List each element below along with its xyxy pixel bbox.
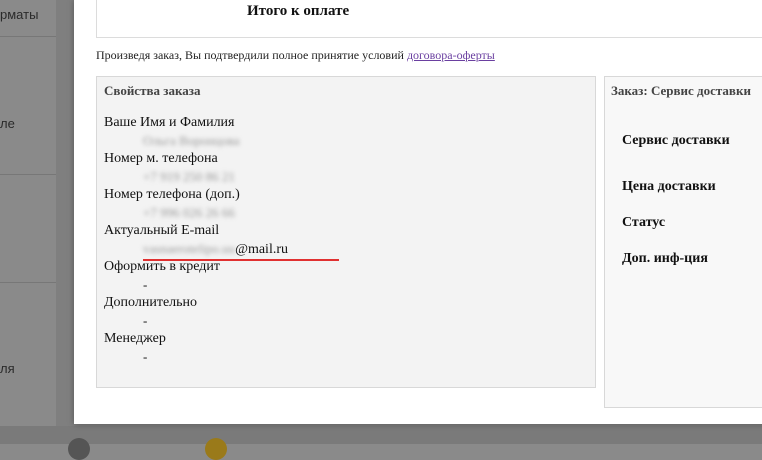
agreement-label: Произведя заказ, Вы подтвердили полное п… bbox=[96, 48, 407, 62]
field-value-credit: - bbox=[143, 277, 148, 292]
delivery-status-label: Статус bbox=[622, 215, 666, 230]
bg-sidebar-item: рматы bbox=[0, 7, 39, 22]
bg-divider bbox=[0, 36, 56, 37]
field-label-manager: Менеджер bbox=[104, 331, 166, 346]
field-label-phone-extra: Номер телефона (доп.) bbox=[104, 187, 240, 202]
field-label-additional: Дополнительно bbox=[104, 295, 198, 310]
email-local-part: vasnaerotelipo.uu bbox=[143, 241, 236, 256]
field-label-email: Актуальный E-mail bbox=[104, 223, 220, 238]
total-title: Итого к оплате bbox=[247, 3, 350, 19]
bg-divider bbox=[0, 282, 56, 283]
field-value-phone: +7 919 250 86 21 bbox=[143, 169, 235, 184]
panel-title: Свойства заказа bbox=[104, 83, 201, 98]
field-value-manager: - bbox=[143, 349, 148, 364]
offer-contract-link[interactable]: договора-оферты bbox=[407, 48, 495, 62]
delivery-price-label: Цена доставки bbox=[622, 179, 716, 194]
order-properties-panel: Свойства заказа Ваше Имя и Фамилия Ольга… bbox=[96, 76, 596, 388]
bg-divider bbox=[0, 174, 56, 175]
background-sidebar: рматы ле ля bbox=[0, 0, 56, 444]
total-summary-box: Итого к оплате bbox=[96, 0, 762, 38]
field-value-additional: - bbox=[143, 313, 148, 328]
field-value-email: vasnaerotelipo.uu@mail.ru bbox=[143, 241, 288, 258]
background-footer bbox=[0, 426, 762, 444]
email-domain: @mail.ru bbox=[235, 242, 288, 257]
bg-sidebar-item: ле bbox=[0, 116, 15, 131]
delivery-panel-title: Заказ: Сервис доставки bbox=[611, 83, 751, 98]
delivery-info-label: Доп. инф-ция bbox=[622, 251, 708, 266]
order-modal: Итого к оплате Произведя заказ, Вы подтв… bbox=[74, 0, 762, 424]
delivery-panel: Заказ: Сервис доставки Сервис доставки Ц… bbox=[604, 76, 762, 408]
field-label-phone: Номер м. телефона bbox=[104, 151, 218, 166]
bg-badge-icon bbox=[205, 438, 227, 460]
delivery-service-label: Сервис доставки bbox=[622, 133, 730, 148]
field-value-name: Ольга Воронцова bbox=[143, 133, 240, 148]
field-label-name: Ваше Имя и Фамилия bbox=[104, 115, 235, 130]
bg-avatar-icon bbox=[68, 438, 90, 460]
field-value-phone-extra: +7 996 026 26 66 bbox=[143, 205, 235, 220]
bg-sidebar-item: ля bbox=[0, 361, 15, 376]
agreement-text: Произведя заказ, Вы подтвердили полное п… bbox=[96, 48, 495, 63]
field-label-credit: Оформить в кредит bbox=[104, 259, 220, 274]
